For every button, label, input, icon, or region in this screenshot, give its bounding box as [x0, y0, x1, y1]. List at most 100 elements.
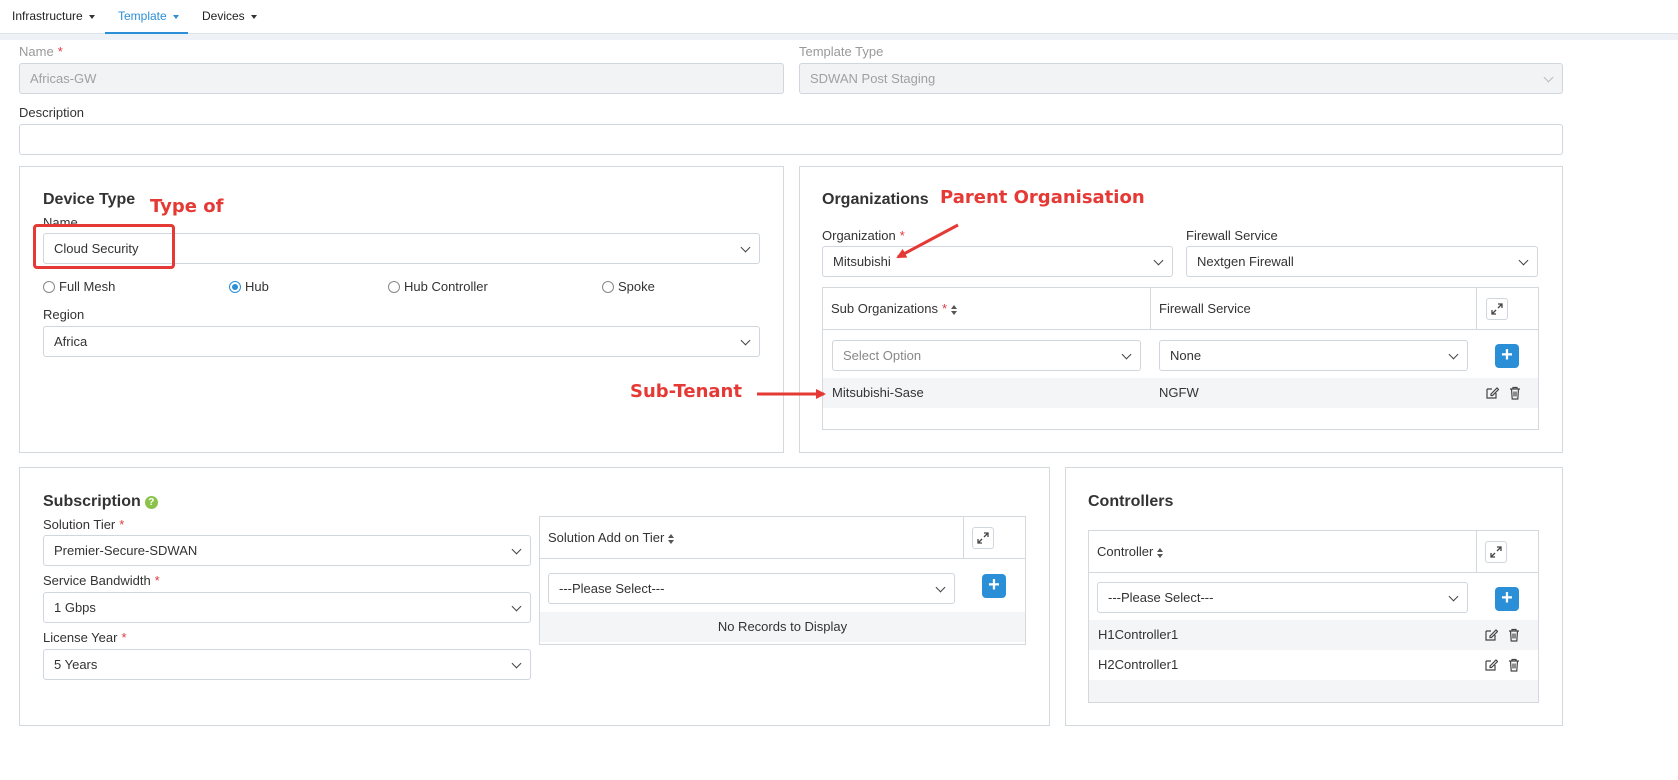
chevron-down-icon: [1448, 349, 1459, 360]
sort-icon: [668, 533, 675, 544]
chevron-down-icon: [740, 335, 751, 346]
sub-org-firewall: NGFW: [1159, 385, 1199, 400]
radio-dot-selected: [229, 281, 241, 293]
chevron-down-icon: [1153, 255, 1164, 266]
nav-tab-infrastructure[interactable]: Infrastructure: [12, 0, 95, 34]
sub-org-select[interactable]: Select Option: [832, 340, 1141, 371]
template-type-label: Template Type: [799, 44, 884, 59]
table-row-empty: [1089, 680, 1538, 702]
chevron-down-icon: [511, 544, 522, 555]
nav-divider: [0, 34, 1678, 40]
chevron-down-icon: [935, 582, 946, 593]
trash-icon[interactable]: [1507, 628, 1521, 642]
radio-label: Hub: [245, 279, 269, 294]
chevron-down-icon: [511, 658, 522, 669]
edit-icon[interactable]: [1485, 386, 1500, 400]
addon-tier-select[interactable]: ---Please Select---: [548, 573, 955, 604]
subscription-title: Subscription?: [43, 493, 158, 511]
add-addon-tier-button[interactable]: +: [982, 574, 1006, 598]
trash-icon[interactable]: [1507, 658, 1521, 672]
grid-header: Solution Add on Tier: [540, 517, 1025, 559]
radio-label: Full Mesh: [59, 279, 116, 294]
grid-header: Controller: [1089, 531, 1538, 573]
caret-down-icon: [250, 14, 257, 19]
expand-icon[interactable]: [1486, 298, 1508, 320]
chevron-down-icon: [740, 242, 751, 253]
caret-down-icon: [172, 14, 179, 19]
sub-org-firewall-value: None: [1170, 348, 1202, 363]
sub-organizations-grid: Sub Organizations * Firewall Service Sele…: [822, 287, 1539, 430]
organizations-title: Organizations: [822, 191, 929, 208]
sort-icon: [1157, 547, 1164, 558]
radio-label: Hub Controller: [404, 279, 488, 294]
region-value: Africa: [54, 334, 88, 349]
empty-state: No Records to Display: [540, 612, 1025, 642]
nav-tab-label: Devices: [202, 9, 245, 23]
license-year-label: License Year *: [43, 630, 127, 645]
name-label: Name *: [19, 44, 63, 59]
firewall-service-select[interactable]: Nextgen Firewall: [1186, 246, 1538, 277]
controllers-grid: Controller ---Please Select--- + H1Contr…: [1088, 530, 1539, 703]
nav-tab-devices[interactable]: Devices: [202, 0, 257, 34]
license-year-value: 5 Years: [54, 657, 98, 672]
annotation-sub-tenant: Sub-Tenant: [630, 381, 742, 402]
table-row: Mitsubishi-Sase NGFW: [823, 378, 1538, 408]
nav-tab-label: Infrastructure: [12, 9, 83, 23]
grid-header: Sub Organizations * Firewall Service: [823, 288, 1538, 330]
radio-dot: [388, 281, 400, 293]
device-type-panel: [19, 166, 784, 453]
region-select[interactable]: Africa: [43, 326, 760, 357]
organization-value: Mitsubishi: [833, 254, 891, 269]
organization-select[interactable]: Mitsubishi: [822, 246, 1173, 277]
organization-label: Organization *: [822, 228, 905, 243]
add-controller-button[interactable]: +: [1495, 587, 1519, 611]
table-row: H2Controller1: [1089, 650, 1538, 680]
chevron-down-icon: [1448, 591, 1459, 602]
license-year-select[interactable]: 5 Years: [43, 649, 531, 680]
column-divider: [1476, 288, 1477, 330]
controller-select[interactable]: ---Please Select---: [1097, 582, 1468, 613]
description-field[interactable]: [19, 124, 1563, 155]
column-divider: [1476, 531, 1477, 573]
name-field: Africas-GW: [19, 63, 784, 94]
controller-placeholder: ---Please Select---: [1108, 590, 1214, 605]
chevron-down-icon: [1518, 255, 1529, 266]
edit-icon[interactable]: [1484, 658, 1499, 672]
controllers-title: Controllers: [1088, 493, 1174, 510]
col-firewall-service: Firewall Service: [1159, 301, 1251, 316]
solution-tier-select[interactable]: Premier-Secure-SDWAN: [43, 535, 531, 566]
caret-down-icon: [88, 14, 95, 19]
chevron-down-icon: [511, 601, 522, 612]
help-icon[interactable]: ?: [144, 496, 158, 509]
radio-label: Spoke: [618, 279, 655, 294]
trash-icon[interactable]: [1508, 386, 1522, 400]
radio-dot: [43, 281, 55, 293]
col-controller[interactable]: Controller: [1089, 531, 1164, 573]
annotation-type-of: Type of: [150, 196, 224, 217]
addon-tier-grid: Solution Add on Tier ---Please Select---…: [539, 516, 1026, 645]
col-sub-organizations[interactable]: Sub Organizations *: [823, 288, 958, 330]
column-divider: [963, 517, 964, 559]
add-sub-org-button[interactable]: +: [1495, 344, 1519, 368]
firewall-service-value: Nextgen Firewall: [1197, 254, 1294, 269]
col-solution-addon-tier[interactable]: Solution Add on Tier: [540, 517, 675, 559]
expand-icon[interactable]: [972, 527, 994, 549]
chevron-down-icon: [1121, 349, 1132, 360]
sub-org-firewall-select[interactable]: None: [1159, 340, 1468, 371]
solution-tier-label: Solution Tier *: [43, 517, 125, 532]
expand-icon[interactable]: [1485, 541, 1507, 563]
nav-tab-template[interactable]: Template: [105, 0, 188, 34]
service-bandwidth-select[interactable]: 1 Gbps: [43, 592, 531, 623]
sort-icon: [951, 304, 958, 315]
chevron-down-icon: [1543, 72, 1554, 83]
controller-name: H1Controller1: [1098, 627, 1179, 642]
template-type-value: SDWAN Post Staging: [810, 71, 936, 86]
solution-tier-value: Premier-Secure-SDWAN: [54, 543, 198, 558]
annotation-parent-org: Parent Organisation: [940, 187, 1145, 208]
service-bandwidth-label: Service Bandwidth *: [43, 573, 160, 588]
edit-icon[interactable]: [1484, 628, 1499, 642]
top-nav: Infrastructure Template Devices: [0, 0, 1678, 34]
template-type-select: SDWAN Post Staging: [799, 63, 1563, 94]
sub-org-name: Mitsubishi-Sase: [832, 385, 924, 400]
sub-org-placeholder: Select Option: [843, 348, 922, 363]
